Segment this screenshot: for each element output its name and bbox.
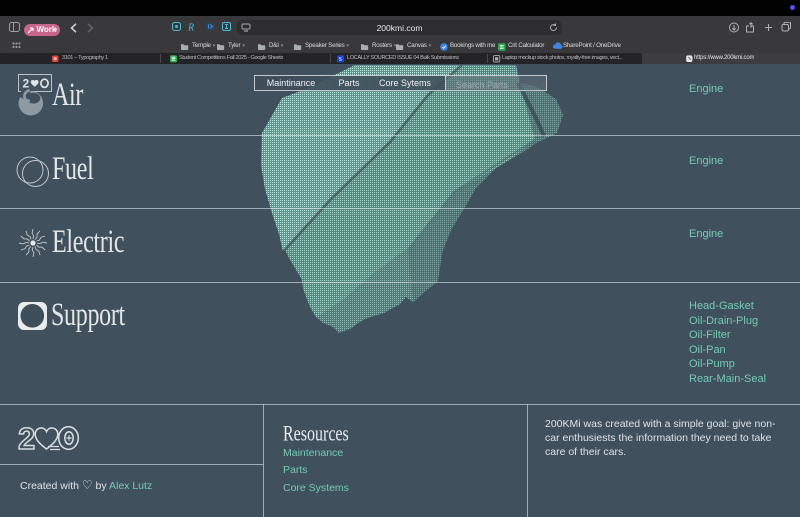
svg-text:R: R xyxy=(187,22,194,32)
svg-text:S: S xyxy=(339,57,342,63)
